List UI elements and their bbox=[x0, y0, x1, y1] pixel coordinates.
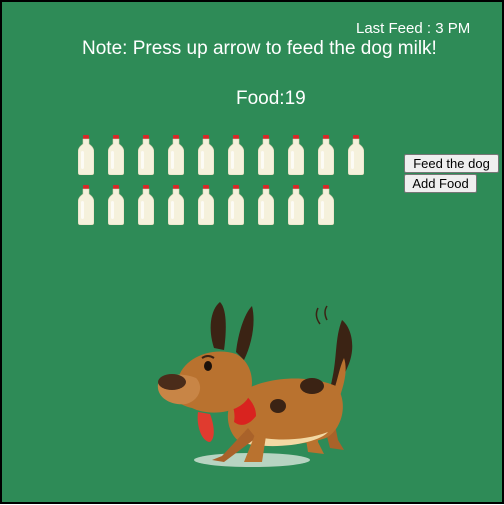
food-count: Food:19 bbox=[236, 88, 306, 109]
instruction-note: Note: Press up arrow to feed the dog mil… bbox=[82, 38, 437, 59]
milk-bottle-icon bbox=[78, 135, 94, 175]
milk-bottle-icon bbox=[318, 135, 334, 175]
game-canvas[interactable]: Last Feed : 3 PM Note: Press up arrow to… bbox=[0, 0, 504, 504]
milk-bottle-icon bbox=[198, 135, 214, 175]
milk-bottle-icon bbox=[348, 135, 364, 175]
milk-bottle-icon bbox=[258, 185, 274, 225]
feed-dog-button[interactable]: Feed the dog bbox=[404, 154, 499, 173]
milk-bottle-icon bbox=[78, 185, 94, 225]
milk-bottle-icon bbox=[228, 185, 244, 225]
milk-bottle-icon bbox=[138, 185, 154, 225]
dog-icon bbox=[157, 302, 353, 467]
milk-bottle-icon bbox=[108, 185, 124, 225]
milk-bottle-icon bbox=[228, 135, 244, 175]
milk-bottle-icon bbox=[168, 185, 184, 225]
milk-bottle-icon bbox=[258, 135, 274, 175]
milk-bottle-icon bbox=[138, 135, 154, 175]
milk-bottle-icon bbox=[198, 185, 214, 225]
milk-bottle-icon bbox=[318, 185, 334, 225]
last-feed-label: Last Feed : 3 PM bbox=[356, 20, 471, 37]
add-food-button[interactable]: Add Food bbox=[404, 174, 477, 193]
milk-bottle-icon bbox=[288, 135, 304, 175]
milk-bottle-icon bbox=[288, 185, 304, 225]
milk-bottle-icon bbox=[108, 135, 124, 175]
milk-bottle-icon bbox=[168, 135, 184, 175]
